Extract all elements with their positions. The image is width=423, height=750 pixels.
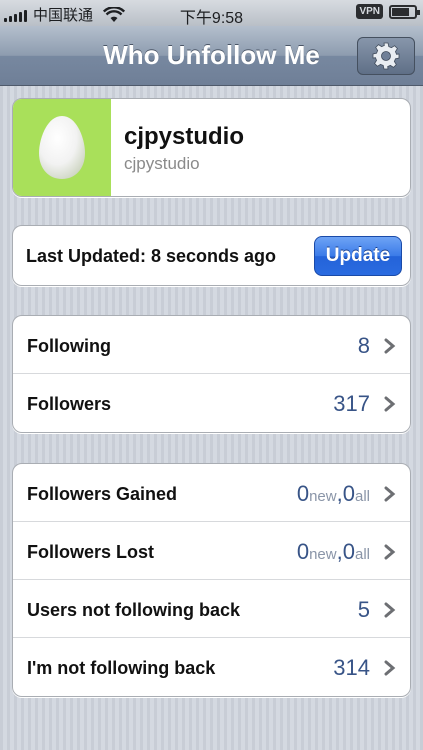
chevron-right-icon <box>384 338 396 354</box>
new-label: new <box>309 488 337 505</box>
new-count: 0 <box>296 481 310 506</box>
changes-group: Followers Gained 0new,0all Followers Los… <box>12 463 411 697</box>
new-count: 0 <box>296 539 310 564</box>
profile-card[interactable]: cjpystudio cjpystudio <box>12 98 411 197</box>
navigation-bar: Who Unfollow Me <box>0 26 423 86</box>
stats-group: Following 8 Followers 317 <box>12 315 411 433</box>
settings-button[interactable] <box>357 37 415 75</box>
screen-name: cjpystudio <box>124 154 200 173</box>
gear-icon <box>372 42 400 70</box>
all-count: 0 <box>342 481 355 506</box>
row-label: Followers Gained <box>27 484 178 504</box>
row-value: 8 <box>357 333 370 358</box>
battery-level <box>392 7 409 16</box>
chevron-right-icon <box>384 544 396 560</box>
row-label: Followers Lost <box>27 542 155 562</box>
following-row[interactable]: Following 8 <box>13 316 410 374</box>
all-label: all <box>354 488 370 505</box>
vpn-badge: VPN <box>356 4 383 19</box>
chevron-right-icon <box>384 602 396 618</box>
row-label: I'm not following back <box>27 658 216 678</box>
chevron-right-icon <box>384 396 396 412</box>
row-label: Followers <box>27 394 112 414</box>
avatar <box>13 99 111 196</box>
users-not-following-back-row[interactable]: Users not following back 5 <box>13 580 410 638</box>
chevron-right-icon <box>384 660 396 676</box>
row-value: 0new,0all <box>297 539 370 565</box>
followers-row[interactable]: Followers 317 <box>13 374 410 432</box>
username: cjpystudio <box>124 123 245 150</box>
row-value: 317 <box>333 391 370 416</box>
battery-icon <box>389 4 420 19</box>
row-label: Users not following back <box>27 600 241 620</box>
last-updated-text: Last Updated: 8 seconds ago <box>26 246 277 266</box>
im-not-following-back-row[interactable]: I'm not following back 314 <box>13 638 410 696</box>
all-label: all <box>354 546 370 563</box>
followers-lost-row[interactable]: Followers Lost 0new,0all <box>13 522 410 580</box>
row-value: 0new,0all <box>297 481 370 507</box>
status-right: VPN <box>356 4 420 19</box>
update-card: Last Updated: 8 seconds ago Update <box>12 225 411 286</box>
status-bar: 中国联通 下午9:58 VPN <box>0 0 423 27</box>
row-value: 314 <box>333 655 370 680</box>
new-label: new <box>309 546 337 563</box>
all-count: 0 <box>342 539 355 564</box>
egg-avatar-icon <box>39 116 85 179</box>
chevron-right-icon <box>384 486 396 502</box>
row-value: 5 <box>357 597 370 622</box>
update-button[interactable]: Update <box>314 236 402 276</box>
row-label: Following <box>27 336 111 356</box>
followers-gained-row[interactable]: Followers Gained 0new,0all <box>13 464 410 522</box>
